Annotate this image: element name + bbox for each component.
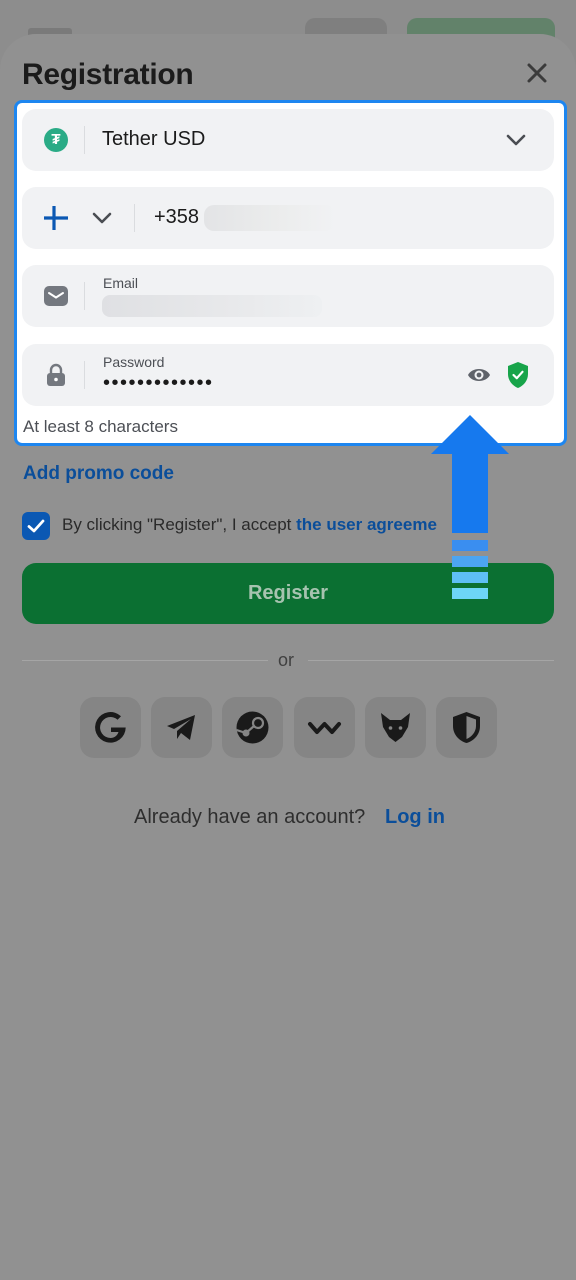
agreement-checkbox[interactable]: [22, 512, 50, 540]
already-have-account-text: Already have an account?: [134, 806, 366, 828]
walletconnect-icon: [308, 722, 341, 734]
finland-flag-icon[interactable]: [44, 206, 68, 230]
password-value: •••••••••••••: [103, 372, 214, 394]
password-label: Password: [103, 354, 165, 370]
divider-line: [22, 660, 268, 661]
page-title: Registration: [22, 58, 194, 91]
email-label: Email: [103, 275, 139, 291]
walletconnect-login-button[interactable]: [294, 697, 355, 758]
shield-check-icon: [508, 362, 528, 388]
phone-field[interactable]: +358: [22, 187, 554, 249]
arrow-up-icon: [431, 415, 509, 599]
phone-number-redacted: [204, 205, 336, 231]
currency-value: Tether USD: [102, 128, 206, 150]
user-agreement-link[interactable]: the user agreeme: [296, 515, 437, 534]
lock-icon: [47, 363, 65, 386]
fox-icon: [381, 713, 410, 742]
divider-text: or: [278, 650, 295, 670]
metamask-login-button[interactable]: [365, 697, 426, 758]
check-icon: [27, 519, 45, 533]
shield-icon: [453, 712, 480, 743]
divider: [134, 204, 135, 232]
steam-icon: [236, 711, 269, 744]
steam-login-button[interactable]: [222, 697, 283, 758]
chevron-down-icon[interactable]: [90, 207, 114, 229]
google-login-button[interactable]: [80, 697, 141, 758]
mail-icon: [44, 286, 68, 306]
password-field[interactable]: Password •••••••••••••: [22, 344, 554, 406]
divider: [84, 282, 85, 310]
telegram-icon: [167, 715, 195, 740]
google-icon: [95, 712, 126, 743]
agreement-prefix: By clicking "Register", I accept: [62, 515, 297, 534]
add-promo-code-link[interactable]: Add promo code: [23, 463, 174, 485]
eye-icon[interactable]: [466, 363, 492, 387]
password-hint: At least 8 characters: [23, 417, 178, 436]
log-in-link[interactable]: Log in: [385, 806, 445, 829]
divider: [84, 361, 85, 389]
currency-select[interactable]: ₮ Tether USD: [22, 109, 554, 171]
email-value-redacted: [102, 295, 322, 317]
agreement-text: By clicking "Register", I accept the use…: [62, 515, 437, 535]
telegram-login-button[interactable]: [151, 697, 212, 758]
close-icon[interactable]: [522, 58, 552, 88]
phone-prefix: +358: [154, 206, 200, 228]
divider-line: [308, 660, 554, 661]
shield-login-button[interactable]: [436, 697, 497, 758]
email-field[interactable]: Email: [22, 265, 554, 327]
chevron-down-icon: [506, 134, 526, 146]
divider: [84, 126, 85, 154]
tether-icon: ₮: [44, 128, 68, 152]
